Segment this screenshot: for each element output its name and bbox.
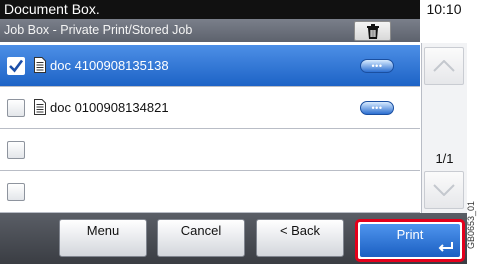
job-list: doc 4100908135138 ••• doc 0100908134821 … xyxy=(0,43,420,213)
figure-code: GB0653_01 xyxy=(466,200,477,264)
list-item[interactable] xyxy=(0,171,420,213)
back-button-label: < Back xyxy=(279,223,321,238)
document-icon xyxy=(34,99,46,115)
list-item[interactable]: doc 0100908134821 ••• xyxy=(0,87,420,129)
row-checkbox[interactable] xyxy=(7,141,25,159)
chevron-down-icon xyxy=(433,184,455,196)
figure-code-label: GB0653_01 xyxy=(466,200,477,250)
scroll-down-button[interactable] xyxy=(424,171,464,209)
list-item[interactable]: doc 4100908135138 ••• xyxy=(0,45,420,87)
title-bar: Document Box. xyxy=(0,0,420,19)
menu-button[interactable]: Menu xyxy=(59,219,147,257)
enter-icon xyxy=(438,242,453,252)
sub-title: Job Box - Private Print/Stored Job xyxy=(4,23,193,37)
clock: 10:10 xyxy=(421,0,467,19)
screen-title: Document Box. xyxy=(4,1,100,17)
document-icon xyxy=(34,57,46,73)
row-checkbox[interactable] xyxy=(7,183,25,201)
checkmark-icon xyxy=(9,59,24,73)
row-checkbox[interactable] xyxy=(7,99,25,117)
row-checkbox[interactable] xyxy=(7,57,25,75)
details-button[interactable]: ••• xyxy=(360,59,394,73)
cancel-button[interactable]: Cancel xyxy=(157,219,245,257)
cancel-button-label: Cancel xyxy=(180,223,222,238)
back-button[interactable]: < Back xyxy=(256,219,344,257)
scroll-up-button[interactable] xyxy=(424,47,464,85)
list-item[interactable] xyxy=(0,129,420,171)
print-button-label: Print xyxy=(396,227,424,242)
screen: Document Box. 10:10 Job Box - Private Pr… xyxy=(0,0,467,264)
scroll-panel: 1/1 xyxy=(421,43,467,213)
print-button[interactable]: Print xyxy=(360,224,460,257)
job-name: doc 0100908134821 xyxy=(50,100,169,115)
delete-button[interactable] xyxy=(354,21,391,41)
trash-icon xyxy=(366,23,379,39)
more-icon: ••• xyxy=(371,60,383,71)
page-indicator: 1/1 xyxy=(435,151,454,166)
print-button-highlight: Print xyxy=(355,219,465,262)
more-icon: ••• xyxy=(371,102,383,113)
job-name: doc 4100908135138 xyxy=(50,58,169,73)
chevron-up-icon xyxy=(433,60,455,72)
details-button[interactable]: ••• xyxy=(360,101,394,115)
menu-button-label: Menu xyxy=(86,223,120,238)
